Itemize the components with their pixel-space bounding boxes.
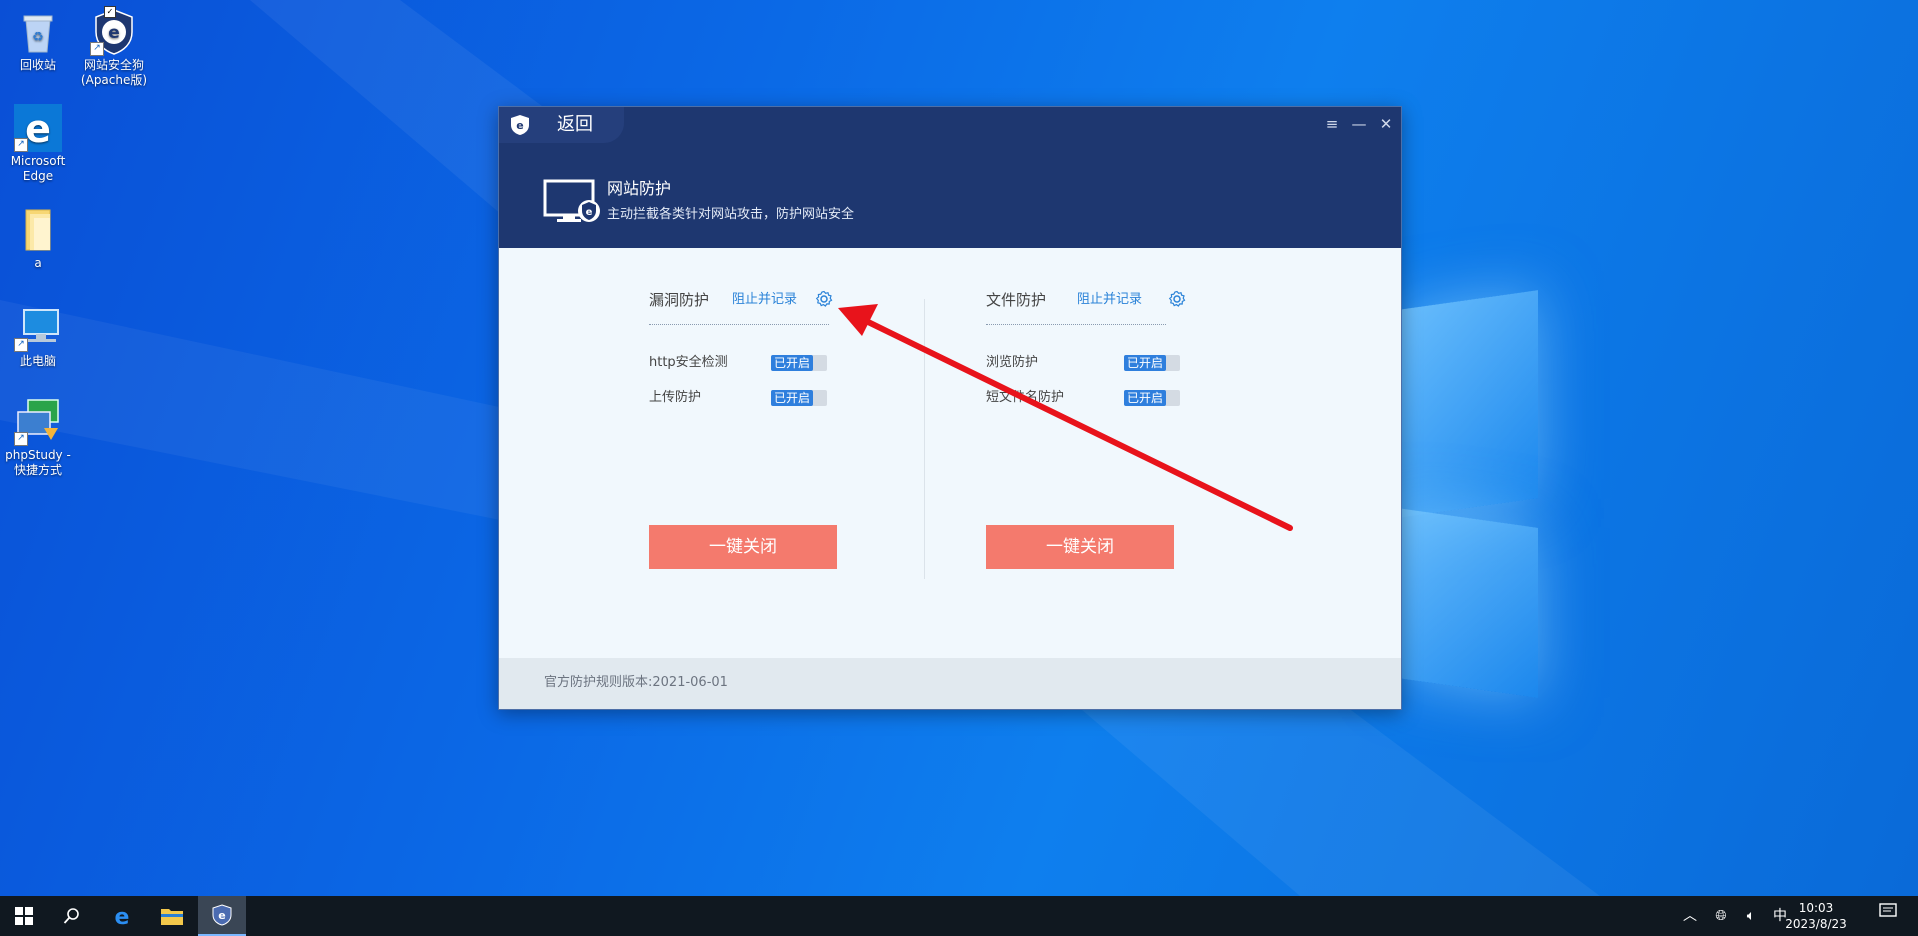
row-label-upload-protection: 上传防护 [649,390,702,405]
toggle-short-filename-protection[interactable]: 已开启 [1124,390,1180,406]
shortcut-arrow-icon: ↗ [14,338,28,352]
start-button[interactable] [0,896,48,936]
taskbar-file-explorer[interactable] [148,896,196,936]
svg-text:e: e [25,107,51,151]
section-title: 文件防护 [986,291,1047,309]
notification-icon [1879,903,1897,917]
clock[interactable]: 10:03 2023/8/23 [1780,900,1852,932]
desktop-icon-folder-a[interactable]: a [0,206,76,271]
globe-icon: 🌐︎ [1715,908,1727,924]
computer-icon: ↗ [14,304,62,352]
page-title: 网站防护 [607,179,672,198]
safedog-window: e 返回 ≡ — ✕ e 网站防护 主动拦截各类针对网站攻击，防护网站安全 漏洞… [498,106,1402,710]
svg-text:e: e [115,905,130,927]
protection-mode-link[interactable]: 阻止并记录 [1077,291,1142,309]
section-divider [649,324,829,325]
wallpaper-logo-pane-bottom [1398,508,1538,698]
svg-text:♻: ♻ [32,30,44,45]
volume-button[interactable]: 🔈︎ [1738,896,1764,936]
safedog-shield-icon: e ✓ ↗ [90,6,138,56]
taskbar: e e ︿ 🌐︎ 🔈︎ 中 10:03 2023/8/23 [0,896,1918,936]
gear-icon[interactable] [1168,290,1186,308]
hamburger-menu-icon: ≡ [1325,115,1339,133]
row-label-short-filename-protection: 短文件名防护 [986,390,1065,405]
svg-text:e: e [516,119,523,132]
tray-overflow-button[interactable]: ︿ [1678,896,1702,936]
monitor-shield-icon: e [543,179,600,222]
close-icon: ✕ [1379,115,1393,133]
edge-icon: e ↗ [14,104,62,152]
svg-text:e: e [586,207,593,218]
checkbox-icon: ✓ [104,6,116,18]
recycle-bin-icon: ♻ [14,8,62,56]
folder-icon [14,206,62,254]
search-icon [63,908,79,924]
toggle-http-check[interactable]: 已开启 [771,355,827,371]
clock-time: 10:03 [1798,901,1834,915]
toggle-status: 已开启 [1124,355,1166,371]
gear-icon[interactable] [815,290,833,308]
rules-version: 官方防护规则版本:2021-06-01 [544,675,728,690]
row-label-browse-protection: 浏览防护 [986,355,1039,370]
file-disable-all-button[interactable]: 一键关闭 [986,525,1174,569]
svg-text:e: e [218,909,225,922]
menu-button[interactable]: ≡ [1321,113,1343,135]
network-button[interactable]: 🌐︎ [1708,896,1734,936]
phpstudy-icon: ↗ [14,398,62,446]
section-title: 漏洞防护 [649,291,710,309]
back-label: 返回 [557,114,593,135]
desktop-icon-label: Microsoft Edge [10,154,66,183]
speaker-icon: 🔈︎ [1746,908,1756,924]
desktop-icon-label: 回收站 [19,58,56,72]
desktop-icon-label: a [34,256,42,270]
desktop-icon-phpstudy[interactable]: ↗ phpStudy - 快捷方式 [0,398,76,478]
clock-date: 2023/8/23 [1785,917,1847,931]
toggle-upload-protection[interactable]: 已开启 [771,390,827,406]
desktop-icon-safedog[interactable]: e ✓ ↗ 网站安全狗 (Apache版) [76,6,152,88]
folder-icon [161,909,183,925]
minimize-icon: — [1351,115,1367,133]
page-subtitle: 主动拦截各类针对网站攻击，防护网站安全 [607,207,855,222]
desktop: ♻ 回收站 e ✓ ↗ 网站安全狗 (Apache版) e ↗ Microsof… [0,0,1918,896]
safedog-shield-icon: e [212,904,232,926]
close-button[interactable]: ✕ [1375,113,1397,135]
edge-icon: e [115,905,130,927]
action-center-button[interactable] [1872,896,1904,936]
shortcut-arrow-icon: ↗ [14,432,28,446]
vuln-disable-all-button[interactable]: 一键关闭 [649,525,837,569]
desktop-icon-recycle-bin[interactable]: ♻ 回收站 [0,8,76,73]
desktop-icon-label: phpStudy - 快捷方式 [5,448,71,477]
back-button[interactable]: e 返回 [499,107,624,143]
minimize-button[interactable]: — [1348,113,1370,135]
search-button[interactable] [48,896,96,936]
chevron-up-icon: ︿ [1683,908,1697,924]
toggle-status: 已开启 [771,390,813,406]
wallpaper-logo-pane-top [1398,290,1538,518]
column-divider [924,299,925,579]
toggle-status: 已开启 [1124,390,1166,406]
svg-text:e: e [108,23,120,43]
taskbar-safedog[interactable]: e [198,896,246,936]
desktop-icon-this-pc[interactable]: ↗ 此电脑 [0,304,76,369]
taskbar-edge[interactable]: e [98,896,146,936]
toggle-browse-protection[interactable]: 已开启 [1124,355,1180,371]
windows-logo-icon [15,907,33,925]
desktop-icon-edge[interactable]: e ↗ Microsoft Edge [0,104,76,184]
footer: 官方防护规则版本:2021-06-01 [499,658,1401,709]
shortcut-arrow-icon: ↗ [90,42,104,56]
desktop-icon-label: 此电脑 [19,354,56,368]
section-divider [986,324,1166,325]
desktop-icon-label: 网站安全狗 (Apache版) [80,58,148,87]
shortcut-arrow-icon: ↗ [14,138,28,152]
row-label-http-check: http安全检测 [649,355,728,370]
toggle-status: 已开启 [771,355,813,371]
safedog-logo-icon: e [511,115,529,135]
window-header: e 返回 ≡ — ✕ e 网站防护 主动拦截各类针对网站攻击，防护网站安全 [499,107,1401,248]
protection-mode-link[interactable]: 阻止并记录 [732,291,797,309]
